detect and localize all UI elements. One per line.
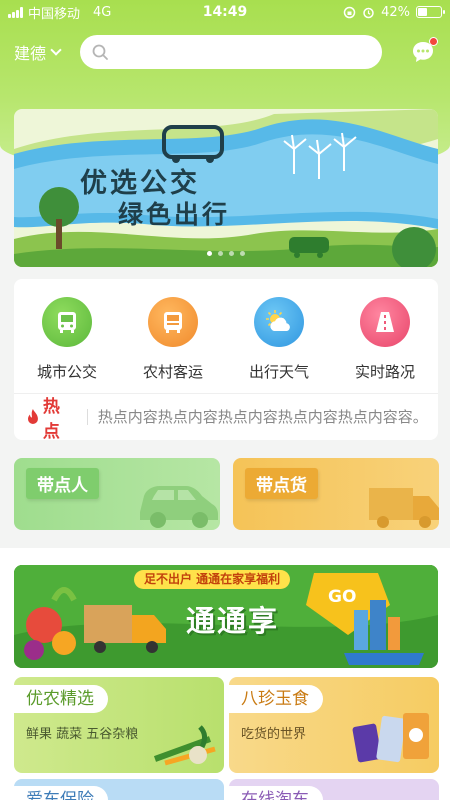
service-label: 出行天气 [248, 363, 309, 381]
service-traffic[interactable]: 实时路况 [332, 279, 438, 393]
flame-icon [27, 409, 38, 424]
bus-icon [42, 297, 92, 347]
message-button[interactable] [410, 37, 438, 65]
carry-people-label: 带点人 [26, 468, 99, 499]
car-icon [140, 486, 218, 528]
service-label: 实时路况 [354, 363, 415, 381]
hot-tag: 热点 [26, 392, 77, 442]
service-city-bus[interactable]: 城市公交 [14, 279, 120, 393]
go-badge: GO [314, 575, 378, 627]
chevron-down-icon [50, 44, 62, 56]
hot-news-text: 热点内容热点内容热点内容热点内容热点内容容。 [97, 408, 427, 426]
hot-news-bar[interactable]: 热点 热点内容热点内容热点内容热点内容热点内容容。 [14, 392, 438, 442]
service-weather[interactable]: 出行天气 [226, 279, 332, 393]
city-selector[interactable]: 建德 [14, 40, 78, 64]
tile-title: 优农精选 [14, 685, 108, 713]
tile-car-insurance[interactable]: 爱车保险 [14, 779, 224, 800]
search-input[interactable] [117, 44, 357, 60]
battery-icon [416, 6, 445, 18]
clock: 14:49 [202, 4, 248, 20]
truck-icon [369, 488, 439, 528]
tile-delicacies[interactable]: 八珍玉食 吃货的世界 [229, 677, 439, 773]
carousel-dot[interactable] [218, 251, 223, 256]
snacks-icon [352, 713, 429, 763]
service-label: 城市公交 [36, 363, 97, 381]
carousel-indicator [14, 251, 438, 256]
tile-online-car-shopping[interactable]: 在线淘车 [229, 779, 439, 800]
tile-subtitle: 鲜果 蔬菜 五谷杂粮 [26, 727, 139, 742]
weather-icon [254, 297, 304, 347]
tile-subtitle: 吃货的世界 [241, 727, 307, 742]
road-icon [360, 297, 410, 347]
hot-label: 热点 [42, 396, 60, 442]
carousel-dot[interactable] [229, 251, 234, 256]
tile-title: 爱车保险 [14, 786, 108, 800]
carousel-dot[interactable] [207, 251, 212, 256]
tile-selected-farm-produce[interactable]: 优农精选 鲜果 蔬菜 五谷杂粮 [14, 677, 224, 773]
carousel-dot[interactable] [240, 251, 245, 256]
promo-banner-tongtongxiang[interactable]: 足不出户 通通在家享福利 通通享 GO [14, 565, 438, 668]
carry-people-card[interactable]: 带点人 [14, 458, 220, 530]
search-icon [92, 44, 108, 60]
carry-goods-card[interactable]: 带点货 [233, 458, 439, 530]
search-box[interactable] [80, 35, 382, 69]
tile-title: 在线淘车 [229, 786, 323, 800]
service-label: 农村客运 [142, 363, 203, 381]
status-bar: 中国移动 4G 14:49 42% [0, 0, 450, 24]
banner-title-line2: 绿色出行 [118, 200, 231, 229]
services-panel: 城市公交 农村客运 出行天气 实时路况 热点 热点内容热点内容热点内容热点内容热 [14, 279, 438, 442]
tile-title: 八珍玉食 [229, 685, 323, 713]
banner-illustration [14, 109, 438, 267]
vegetables-icon [153, 725, 216, 766]
divider [86, 408, 88, 425]
coach-icon [148, 297, 198, 347]
carry-goods-label: 带点货 [245, 468, 318, 499]
promo-strip: 足不出户 通通在家享福利 [134, 570, 291, 589]
promo-title: 通通享 [186, 604, 280, 638]
service-rural-coach[interactable]: 农村客运 [120, 279, 226, 393]
promo-banner-carousel[interactable]: 优选公交 绿色出行 [14, 109, 438, 267]
city-label: 建德 [14, 44, 47, 63]
top-bar: 建德 [0, 34, 450, 70]
unread-badge [429, 37, 438, 46]
go-label: GO [328, 587, 357, 607]
